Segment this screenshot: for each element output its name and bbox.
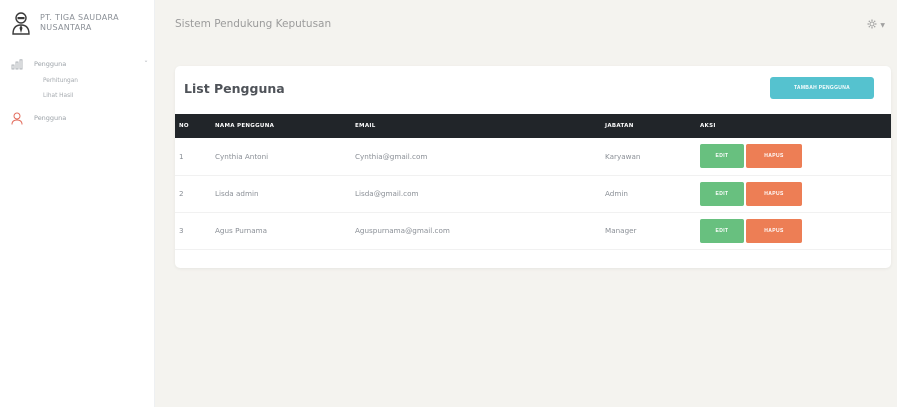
- table-row: 1 Cynthia Antoni Cynthia@gmail.com Karya…: [175, 138, 891, 175]
- app-title: Sistem Pendukung Keputusan: [175, 18, 332, 30]
- cell-jabatan: Admin: [605, 189, 628, 198]
- caret-down-icon: ▼: [880, 22, 885, 29]
- cell-no: 3: [179, 226, 184, 235]
- sidebar-item-pengguna[interactable]: Pengguna: [10, 109, 150, 127]
- table-row: 2 Lisda admin Lisda@gmail.com Admin EDIT…: [175, 175, 891, 212]
- user-table: NO NAMA PENGGUNA EMAIL JABATAN AKSI 1 Cy…: [175, 114, 891, 250]
- sidebar-item-perhitungan[interactable]: Pengguna ˇ: [10, 55, 150, 73]
- user-icon: [10, 111, 24, 125]
- cell-email: Aguspurnama@gmail.com: [355, 226, 450, 235]
- cell-name: Lisda admin: [215, 189, 259, 198]
- edit-button[interactable]: EDIT: [700, 144, 744, 169]
- column-header-aksi: AKSI: [700, 123, 716, 129]
- card-title: List Pengguna: [184, 81, 285, 96]
- edit-button[interactable]: EDIT: [700, 181, 744, 206]
- brand-line-2: NUSANTARA: [40, 23, 92, 32]
- cell-jabatan: Manager: [605, 226, 637, 235]
- column-header-email: EMAIL: [355, 123, 376, 129]
- cell-email: Cynthia@gmail.com: [355, 151, 428, 161]
- sidebar-menu: Pengguna ˇ Perhitungan Lihat Hasil Pengg…: [10, 55, 150, 127]
- sidebar-subitem-perhitungan[interactable]: Perhitungan: [43, 73, 150, 88]
- column-header-jabatan: JABATAN: [605, 123, 634, 129]
- sidebar-subitem-lihat-hasil[interactable]: Lihat Hasil: [43, 88, 150, 103]
- sidebar-item-label: Pengguna: [34, 114, 67, 122]
- cell-no: 1: [179, 151, 184, 161]
- sidebar-item-label: Pengguna: [34, 60, 67, 68]
- submenu: Perhitungan Lihat Hasil: [10, 73, 150, 103]
- chevron-up-icon: ˇ: [144, 59, 148, 69]
- column-header-no: NO: [179, 123, 189, 129]
- avatar-logo-icon: [10, 10, 32, 36]
- cell-name: Agus Purnama: [215, 226, 268, 235]
- delete-button[interactable]: HAPUS: [746, 181, 802, 206]
- topbar: Sistem Pendukung Keputusan ▼: [155, 0, 897, 50]
- user-list-card: List Pengguna TAMBAH PENGGUNA NO NAMA PE…: [175, 66, 891, 268]
- brand[interactable]: PT. TIGA SAUDARA NUSANTARA: [10, 10, 119, 36]
- table-header-row: NO NAMA PENGGUNA EMAIL JABATAN AKSI: [175, 114, 891, 138]
- edit-button[interactable]: EDIT: [700, 218, 744, 243]
- sidebar: PT. TIGA SAUDARA NUSANTARA Pengguna ˇ Pe…: [0, 0, 155, 407]
- brand-name: PT. TIGA SAUDARA NUSANTARA: [40, 13, 119, 33]
- cell-actions: EDIT HAPUS: [700, 175, 891, 212]
- gear-icon: [867, 19, 877, 32]
- add-user-button[interactable]: TAMBAH PENGGUNA: [770, 77, 874, 99]
- main-content: Sistem Pendukung Keputusan ▼ List Penggu…: [155, 0, 897, 407]
- brand-line-1: PT. TIGA SAUDARA: [40, 13, 119, 22]
- cell-name: Cynthia Antoni: [215, 151, 269, 161]
- column-header-name: NAMA PENGGUNA: [215, 123, 275, 129]
- cell-no: 2: [179, 189, 184, 198]
- cell-jabatan: Karyawan: [605, 151, 641, 161]
- settings-dropdown[interactable]: ▼: [867, 19, 885, 32]
- delete-button[interactable]: HAPUS: [746, 144, 802, 169]
- delete-button[interactable]: HAPUS: [746, 218, 802, 243]
- cell-actions: EDIT HAPUS: [700, 138, 891, 175]
- cell-actions: EDIT HAPUS: [700, 212, 891, 249]
- cell-email: Lisda@gmail.com: [355, 189, 419, 198]
- table-row: 3 Agus Purnama Aguspurnama@gmail.com Man…: [175, 212, 891, 249]
- chart-icon: [10, 57, 24, 71]
